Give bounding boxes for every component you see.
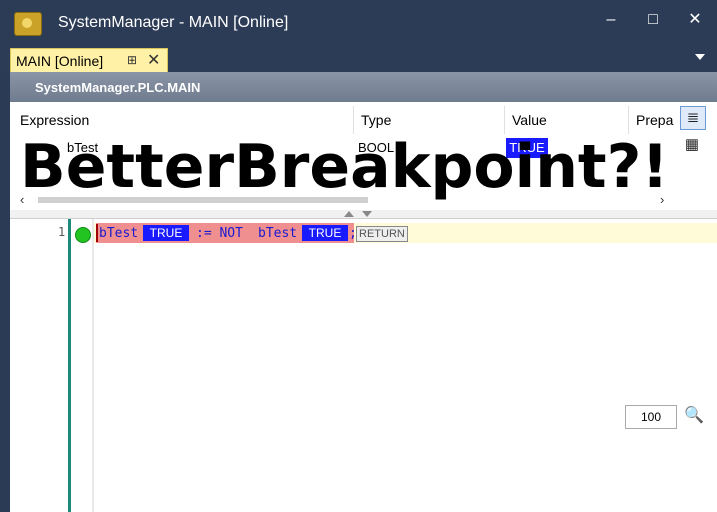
app-icon — [14, 12, 42, 36]
editor-margin — [92, 219, 94, 512]
maximize-button[interactable]: □ — [636, 8, 670, 32]
column-separator — [628, 106, 629, 134]
column-header-prepared[interactable]: Prepa — [636, 112, 673, 128]
view-toolbar: ≣ ▦ — [680, 104, 706, 164]
return-marker: RETURN — [356, 226, 408, 242]
tab-close-icon[interactable]: ✕ — [147, 50, 160, 70]
pin-icon[interactable]: ⊞ — [127, 53, 137, 67]
line-number-gutter: 1 — [10, 219, 68, 512]
path-bar: SystemManager.PLC.MAIN — [10, 72, 717, 102]
pane-splitter[interactable] — [10, 210, 717, 219]
chevron-down-icon[interactable] — [695, 54, 705, 60]
text-view-icon[interactable]: ≣ — [680, 106, 706, 130]
table-view-icon[interactable]: ▦ — [680, 134, 704, 156]
column-separator — [353, 106, 354, 134]
column-header-type[interactable]: Type — [361, 112, 391, 128]
window-title: SystemManager - MAIN [Online] — [58, 14, 289, 31]
chevron-down-icon[interactable] — [362, 211, 372, 217]
chevron-up-icon[interactable] — [344, 211, 354, 217]
close-button[interactable]: ✕ — [678, 8, 712, 32]
code-variable[interactable]: bTest — [258, 226, 297, 241]
title-bar: SystemManager - MAIN [Online] ‒ □ ✕ — [0, 0, 717, 46]
breakpoint-icon[interactable] — [75, 227, 91, 243]
column-header-expression[interactable]: Expression — [20, 112, 89, 128]
column-header-value[interactable]: Value — [512, 112, 547, 128]
text-caret — [96, 224, 98, 242]
tab-main-online[interactable]: MAIN [Online] ⊞ ✕ — [10, 48, 168, 73]
code-editor[interactable]: 1 bTest TRUE := NOT bTest TRUE ; RETURN … — [10, 219, 717, 512]
zoom-level[interactable]: 100 — [625, 405, 677, 429]
overlay-caption: BetterBreakpoint?! — [20, 132, 669, 202]
minimize-button[interactable]: ‒ — [594, 8, 628, 32]
path-label: SystemManager.PLC.MAIN — [35, 80, 201, 95]
zoom-icon[interactable]: 🔍 — [683, 404, 705, 428]
column-separator — [504, 106, 505, 134]
inline-value[interactable]: TRUE — [143, 225, 189, 241]
inline-value[interactable]: TRUE — [302, 225, 348, 241]
document-tabstrip: MAIN [Online] ⊞ ✕ — [0, 46, 717, 73]
tab-label: MAIN [Online] — [16, 53, 104, 69]
code-operator: := NOT — [196, 226, 243, 241]
line-number: 1 — [58, 225, 66, 239]
execution-marker-bar — [68, 219, 71, 512]
code-variable[interactable]: bTest — [99, 226, 138, 241]
